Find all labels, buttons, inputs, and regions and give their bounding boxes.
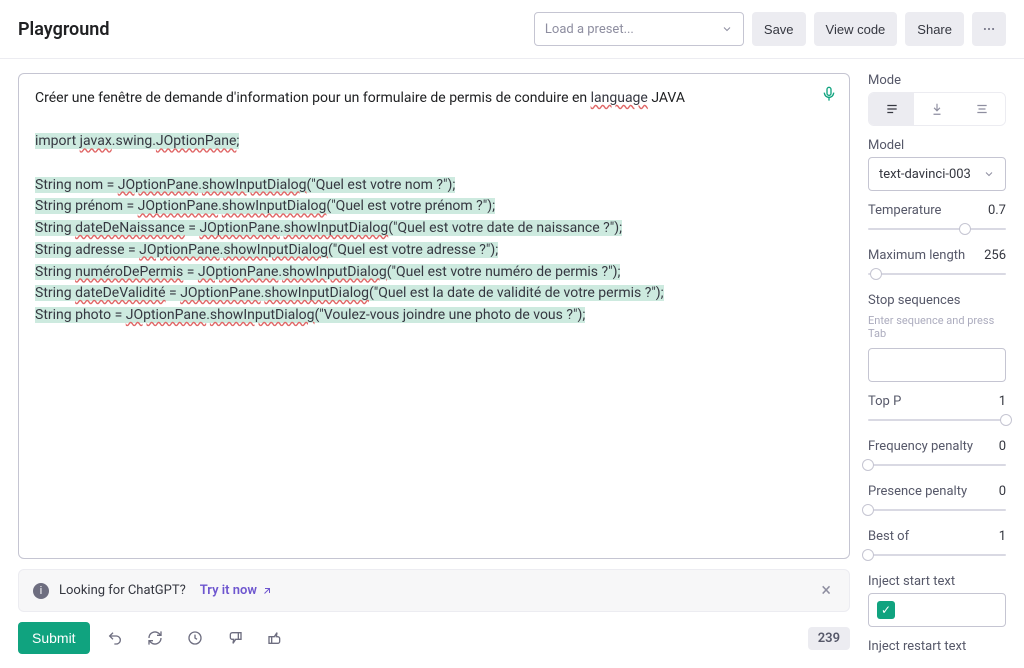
ellipsis-icon — [982, 22, 996, 36]
thumbs-up-button[interactable] — [260, 623, 290, 653]
editor-line — [35, 110, 833, 132]
best-of-slider[interactable] — [868, 548, 1006, 562]
param-max-length: Maximum length256 — [868, 248, 1006, 281]
inject-start-row[interactable]: ✓ — [868, 593, 1006, 627]
param-stop-seq: Stop sequences Enter sequence and press … — [868, 293, 1006, 382]
editor-line: import javax.swing.JOptionPane; — [35, 131, 833, 153]
mode-edit[interactable] — [960, 93, 1005, 125]
editor-line: String prénom = JOptionPane.showInputDia… — [35, 196, 833, 218]
banner-text: Looking for ChatGPT? — [59, 583, 186, 598]
try-it-now-link[interactable]: Try it now — [200, 583, 273, 598]
editor-line: String nom = JOptionPane.showInputDialog… — [35, 175, 833, 197]
editor-line: Créer une fenêtre de demande d'informati… — [35, 88, 833, 110]
temperature-slider[interactable] — [868, 222, 1006, 236]
history-button[interactable] — [180, 623, 210, 653]
stop-seq-hint: Enter sequence and press Tab — [868, 314, 1006, 340]
info-icon: i — [33, 583, 49, 599]
mode-selector — [868, 92, 1006, 126]
chatgpt-banner: i Looking for ChatGPT? Try it now × — [18, 569, 850, 612]
param-best-of: Best of1 — [868, 529, 1006, 562]
param-freq-penalty: Frequency penalty0 — [868, 439, 1006, 472]
param-inject-restart: Inject restart text — [868, 639, 1006, 654]
view-code-button[interactable]: View code — [814, 12, 898, 46]
top-p-slider[interactable] — [868, 413, 1006, 427]
chevron-down-icon — [721, 23, 733, 35]
model-label: Model — [868, 138, 1006, 153]
param-pres-penalty: Presence penalty0 — [868, 484, 1006, 517]
inject-start-checkbox[interactable]: ✓ — [877, 601, 895, 619]
max-length-slider[interactable] — [868, 267, 1006, 281]
pres-penalty-slider[interactable] — [868, 503, 1006, 517]
undo-button[interactable] — [100, 623, 130, 653]
topbar: Playground Load a preset... Save View co… — [0, 0, 1024, 59]
preset-select[interactable]: Load a preset... — [534, 12, 744, 46]
param-temperature: Temperature0.7 — [868, 203, 1006, 236]
stop-seq-input[interactable] — [868, 348, 1006, 382]
editor-line — [35, 153, 833, 175]
mode-complete[interactable] — [869, 93, 914, 125]
mode-insert[interactable] — [914, 93, 959, 125]
close-icon[interactable]: × — [817, 580, 835, 601]
model-select[interactable]: text-davinci-003 — [868, 157, 1006, 191]
editor-line: String dateDeNaissance = JOptionPane.sho… — [35, 218, 833, 240]
share-button[interactable]: Share — [905, 12, 964, 46]
editor-line: String dateDeValidité = JOptionPane.show… — [35, 283, 833, 305]
editor-line: String adresse = JOptionPane.showInputDi… — [35, 240, 833, 262]
token-count: 239 — [808, 627, 850, 650]
regenerate-button[interactable] — [140, 623, 170, 653]
freq-penalty-slider[interactable] — [868, 458, 1006, 472]
submit-button[interactable]: Submit — [18, 622, 90, 654]
editor-content: Créer une fenêtre de demande d'informati… — [35, 88, 833, 327]
more-button[interactable] — [972, 12, 1006, 46]
editor-line: String numéroDePermis = JOptionPane.show… — [35, 262, 833, 284]
thumbs-down-button[interactable] — [220, 623, 250, 653]
page-title: Playground — [18, 19, 109, 40]
sidebar: Mode Model text-davinci-003 Temper — [868, 73, 1006, 654]
main-layout: Créer une fenêtre de demande d'informati… — [0, 59, 1024, 668]
editor-line: String photo = JOptionPane.showInputDial… — [35, 305, 833, 327]
preset-placeholder: Load a preset... — [545, 22, 634, 37]
bottombar: Submit 239 — [18, 622, 850, 654]
main-column: Créer une fenêtre de demande d'informati… — [18, 73, 850, 654]
mode-label: Mode — [868, 73, 1006, 88]
param-inject-start: Inject start text ✓ — [868, 574, 1006, 627]
prompt-editor[interactable]: Créer une fenêtre de demande d'informati… — [18, 73, 850, 559]
param-top-p: Top P1 — [868, 394, 1006, 427]
model-value: text-davinci-003 — [879, 167, 971, 182]
save-button[interactable]: Save — [752, 12, 806, 46]
topbar-actions: Load a preset... Save View code Share — [534, 12, 1006, 46]
mic-icon[interactable] — [821, 86, 837, 102]
